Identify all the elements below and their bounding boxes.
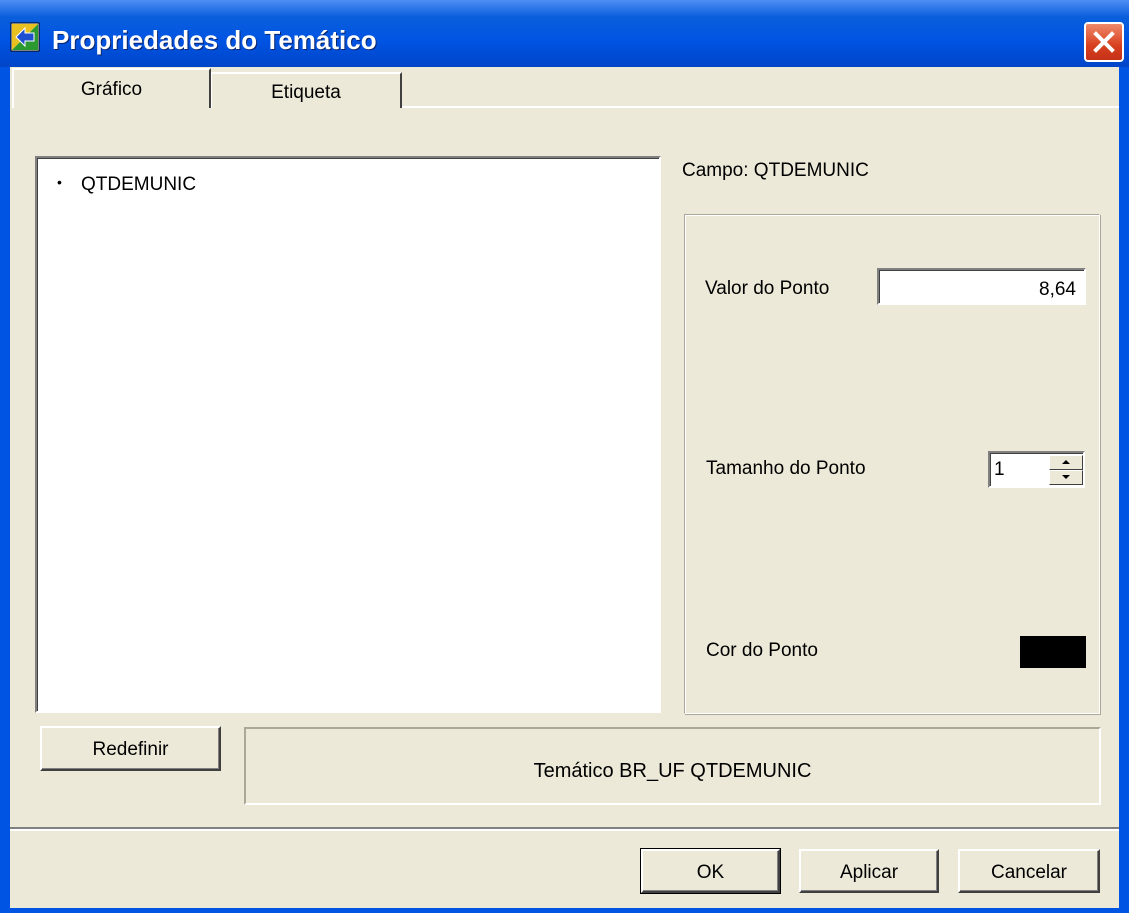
tab-etiqueta[interactable]: Etiqueta [210,72,402,108]
arrow-down-icon [1062,475,1070,479]
close-button[interactable] [1084,22,1124,62]
spin-down-button[interactable] [1049,470,1083,485]
tree-item-qtdemunic[interactable]: QTDEMUNIC [81,174,196,196]
window-title: Propriedades do Temático [52,25,377,55]
app-icon [10,22,40,52]
field-tree[interactable]: • QTDEMUNIC [35,156,661,713]
spin-up-button[interactable] [1049,455,1083,470]
arrow-up-icon [1062,460,1070,464]
window-frame-bottom [0,908,1129,913]
tamanho-value[interactable]: 1 [994,459,1005,481]
tree-item-bullet: • [57,174,62,190]
campo-label: Campo: QTDEMUNIC [682,160,869,181]
close-icon [1093,31,1115,53]
cor-do-ponto-swatch[interactable] [1020,636,1086,668]
window-frame-left [0,67,10,913]
divider-highlight [10,829,1119,831]
cancelar-button[interactable]: Cancelar [958,849,1100,893]
thematic-status: Temático BR_UF QTDEMUNIC [244,727,1101,805]
redefinir-button[interactable]: Redefinir [40,726,221,771]
tamanho-do-ponto-label: Tamanho do Ponto [706,458,866,479]
tab-strip-line [402,106,1119,108]
window-frame-right [1119,67,1129,913]
aplicar-button[interactable]: Aplicar [799,849,939,893]
ok-button[interactable]: OK [640,848,781,894]
valor-do-ponto-label: Valor do Ponto [705,278,830,299]
cor-do-ponto-label: Cor do Ponto [706,640,818,661]
tab-grafico[interactable]: Gráfico [12,68,211,108]
tamanho-do-ponto-spinner[interactable]: 1 [988,451,1085,488]
valor-do-ponto-input[interactable]: 8,64 [877,268,1086,305]
